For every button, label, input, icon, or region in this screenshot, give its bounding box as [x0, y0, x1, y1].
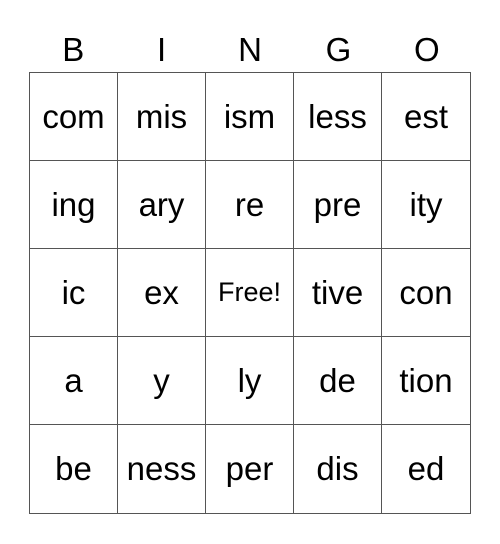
bingo-cell[interactable]: com: [30, 73, 118, 161]
bingo-cell[interactable]: ed: [382, 425, 470, 513]
bingo-cell[interactable]: less: [294, 73, 382, 161]
bingo-cell[interactable]: ing: [30, 161, 118, 249]
bingo-cell[interactable]: per: [206, 425, 294, 513]
header-letter-o: O: [413, 31, 440, 68]
bingo-cell[interactable]: ly: [206, 337, 294, 425]
bingo-cell[interactable]: y: [118, 337, 206, 425]
bingo-cell[interactable]: be: [30, 425, 118, 513]
free-space-cell[interactable]: Free!: [206, 249, 294, 337]
header-letter-i: I: [157, 31, 167, 68]
bingo-cell[interactable]: ism: [206, 73, 294, 161]
bingo-cell[interactable]: tion: [382, 337, 470, 425]
bingo-cell[interactable]: a: [30, 337, 118, 425]
bingo-cell[interactable]: con: [382, 249, 470, 337]
bingo-cell[interactable]: tive: [294, 249, 382, 337]
bingo-cell[interactable]: ary: [118, 161, 206, 249]
bingo-header: B I N G O: [29, 28, 471, 72]
bingo-cell[interactable]: dis: [294, 425, 382, 513]
header-letter-g: G: [325, 31, 352, 68]
header-letter-n: N: [238, 31, 262, 68]
bingo-card-grid: com mis ism less est ing ary re pre ity …: [29, 72, 471, 514]
bingo-cell[interactable]: de: [294, 337, 382, 425]
bingo-cell[interactable]: ic: [30, 249, 118, 337]
bingo-cell[interactable]: re: [206, 161, 294, 249]
bingo-cell[interactable]: ity: [382, 161, 470, 249]
bingo-cell[interactable]: ex: [118, 249, 206, 337]
bingo-cell[interactable]: ness: [118, 425, 206, 513]
header-letter-b: B: [62, 31, 85, 68]
bingo-cell[interactable]: est: [382, 73, 470, 161]
bingo-cell[interactable]: pre: [294, 161, 382, 249]
bingo-cell[interactable]: mis: [118, 73, 206, 161]
